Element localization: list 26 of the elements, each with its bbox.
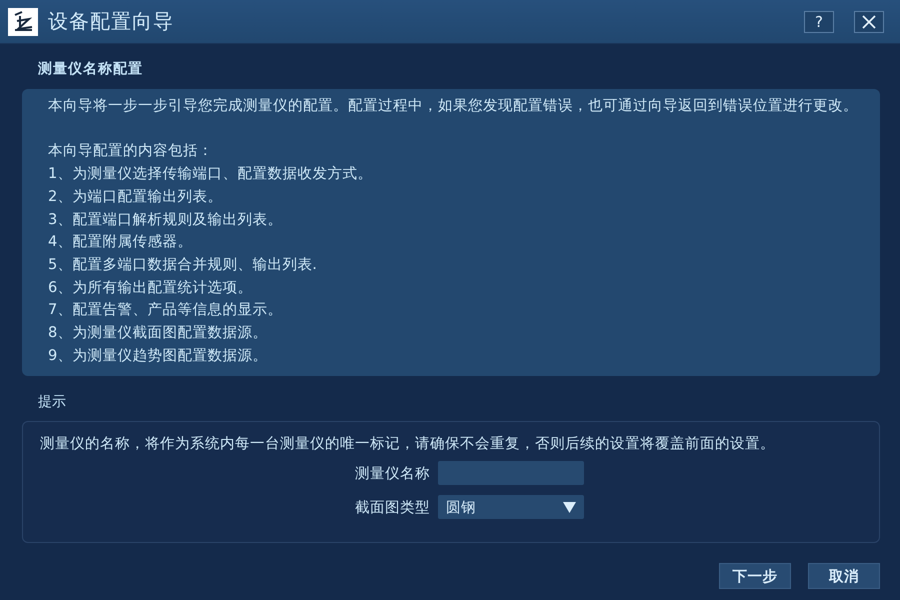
field-label: 截面图类型: [355, 498, 430, 516]
input-field[interactable]: [438, 461, 584, 485]
section-title: 测量仪名称配置: [37, 60, 144, 79]
cancel-button[interactable]: 取消: [808, 563, 880, 589]
hint-text: 测量仪的名称，将作为系统内每一台测量仪的唯一标记，请确保不会重复，否则后续的设置将覆盖前面的设置。: [40, 434, 776, 454]
close-button[interactable]: [854, 10, 884, 32]
list-item: 9、为测量仪趋势图配置数据源。: [48, 346, 268, 366]
list-item: 8、为测量仪截面图配置数据源。: [48, 323, 268, 344]
close-icon: [862, 14, 876, 28]
window-title: 设备配置向导: [48, 8, 175, 35]
field-label: 测量仪名称: [355, 464, 430, 482]
dropdown-field[interactable]: 圆钢: [438, 495, 584, 519]
list-item: 5、配置多端口数据合并规则、输出列表.: [48, 254, 318, 275]
caret-icon: [563, 502, 576, 512]
list-item: 4、配置附属传感器。: [48, 232, 194, 252]
list-item: 1、为测量仪选择传输端口、配置数据收发方式。: [48, 164, 374, 184]
list-heading: 本向导配置的内容包括：: [48, 141, 214, 162]
list-item: 2、为端口配置输出列表。: [48, 186, 224, 207]
section-title: 提示: [37, 393, 67, 412]
help-button[interactable]: ?: [804, 10, 834, 32]
list-item: 3、配置端口解析规则及输出列表。: [48, 210, 284, 230]
next-button[interactable]: 下一步: [719, 563, 791, 589]
list-item: 7、配置告警、产品等信息的显示。: [48, 300, 284, 320]
list-item: 6、为所有输出配置统计选项。: [48, 278, 254, 298]
logo-icon: [8, 8, 38, 36]
intro-paragraph: 本向导将一步一步引导您完成测量仪的配置。配置过程中，如果您发现配置错误，也可通过向导返回到错误位置进行更改。: [48, 96, 859, 116]
